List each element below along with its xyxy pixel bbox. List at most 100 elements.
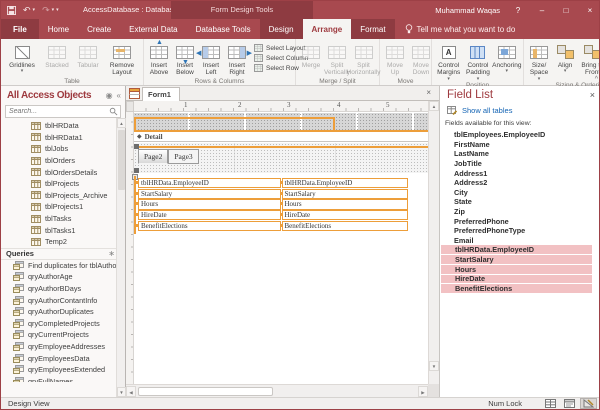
page-tab[interactable]: Page2 — [138, 149, 168, 164]
nav-table-item[interactable]: Temp2 — [1, 236, 125, 248]
user-name[interactable]: Muhammad Waqas — [435, 6, 500, 15]
canvas-scroll-left-icon[interactable]: ◀ — [126, 386, 136, 397]
datasheet-view-button[interactable] — [542, 398, 559, 409]
tab-home[interactable]: Home — [39, 19, 78, 39]
search-input[interactable] — [6, 108, 109, 115]
minimize-button[interactable]: – — [536, 6, 548, 15]
nav-scrollbar[interactable]: ▲ ▼ — [116, 118, 125, 397]
field-list-item[interactable]: FirstName — [440, 140, 600, 150]
remove-layout-button[interactable]: Remove Layout — [103, 41, 141, 77]
nav-scroll-up-icon[interactable]: ▲ — [117, 118, 126, 128]
document-tab-form1[interactable]: Form1 — [142, 87, 180, 101]
redo-dropdown-icon[interactable]: ▾ — [52, 7, 55, 13]
field-list-item[interactable]: City — [440, 188, 600, 198]
nav-query-item[interactable]: qryAuthorDuplicates — [1, 306, 125, 318]
field-list-item[interactable]: Address2 — [440, 178, 600, 188]
tab-control-grid[interactable] — [134, 113, 428, 131]
nav-query-item[interactable]: qryFullNames — [1, 375, 125, 382]
align-button[interactable]: Align▾ — [552, 41, 578, 73]
tab-design[interactable]: Design — [260, 19, 303, 39]
insert-above-button[interactable]: ▲Insert Above — [146, 41, 172, 77]
tab-external-data[interactable]: External Data — [120, 19, 186, 39]
collapse-ribbon-icon[interactable]: ^ — [595, 76, 598, 83]
undo-dropdown-icon[interactable]: ▾ — [33, 7, 36, 13]
form-label-control[interactable]: StartSalary — [138, 189, 281, 199]
design-view-button[interactable] — [580, 398, 597, 409]
field-list-item[interactable]: JobTitle — [440, 159, 600, 169]
undo-icon[interactable]: ↶ — [23, 5, 31, 15]
tab-arrange[interactable]: Arrange — [303, 19, 352, 39]
field-list-item-selected[interactable]: BenefitElections — [441, 284, 592, 293]
form-textbox-control[interactable]: HireDate — [282, 210, 408, 220]
gridlines-button[interactable]: Gridlines▾ — [3, 41, 41, 73]
maximize-button[interactable]: □ — [560, 6, 572, 15]
form-textbox-control[interactable]: Hours — [282, 199, 408, 209]
nav-query-item[interactable]: qryCurrentProjects — [1, 329, 125, 341]
control-margins-button[interactable]: AControl Margins▾ — [434, 41, 463, 81]
field-list-item-selected[interactable]: tblHRData.EmployeeID — [441, 245, 592, 254]
help-button[interactable]: ? — [512, 6, 524, 15]
form-textbox-control[interactable]: BenefitElections — [282, 221, 408, 231]
field-list-item-selected[interactable]: StartSalary — [441, 255, 592, 264]
nav-table-item[interactable]: tblJobs — [1, 143, 125, 155]
nav-query-item[interactable]: Find duplicates for tblAuthors — [1, 260, 125, 272]
nav-scroll-thumb[interactable] — [118, 130, 125, 190]
field-list-item[interactable]: tblEmployees.EmployeeID — [440, 130, 600, 140]
field-list-item[interactable]: Address1 — [440, 168, 600, 178]
bring-to-front-button[interactable]: Bring to Front — [578, 41, 600, 77]
form-label-control[interactable]: HireDate — [138, 210, 281, 220]
insert-left-button[interactable]: ◀Insert Left — [198, 41, 224, 77]
field-list-item[interactable]: Zip — [440, 207, 600, 217]
canvas-horizontal-scrollbar[interactable]: ◀ ▶ — [126, 384, 428, 397]
search-icon[interactable] — [109, 107, 118, 116]
selection-handle[interactable] — [134, 168, 139, 173]
nav-table-item[interactable]: tblProjects1 — [1, 201, 125, 213]
canvas-scroll-up-icon[interactable]: ▲ — [429, 101, 439, 111]
form-textbox-control[interactable]: StartSalary — [282, 189, 408, 199]
field-list-item[interactable]: PreferredPhoneType — [440, 226, 600, 236]
form-view-button[interactable] — [561, 398, 578, 409]
tab-format[interactable]: Format — [351, 19, 394, 39]
close-button[interactable]: × — [584, 6, 596, 15]
nav-collapse-icon[interactable]: « — [117, 91, 121, 100]
control-padding-button[interactable]: Control Padding▾ — [463, 41, 492, 81]
nav-query-item[interactable]: qryEmployeeAddresses — [1, 341, 125, 353]
size-space-button[interactable]: Size/ Space▾ — [526, 41, 552, 81]
nav-table-item[interactable]: tblTasks1 — [1, 224, 125, 236]
queries-collapse-icon[interactable]: ∗ — [108, 249, 115, 258]
nav-query-item[interactable]: qryAuthorAge — [1, 271, 125, 283]
document-close-icon[interactable]: × — [426, 88, 431, 97]
customize-qat-icon[interactable]: ▾ — [56, 7, 59, 13]
show-all-tables-link[interactable]: Show all tables — [462, 106, 512, 115]
canvas-hscroll-thumb[interactable] — [138, 387, 273, 396]
tell-me-box[interactable]: Tell me what you want to do — [395, 19, 516, 39]
nav-table-item[interactable]: tblTasks — [1, 213, 125, 225]
nav-query-item[interactable]: qryCompletedProjects — [1, 318, 125, 330]
anchoring-button[interactable]: Anchoring▾ — [493, 41, 521, 73]
nav-table-item[interactable]: tblHRData1 — [1, 132, 125, 144]
nav-table-item[interactable]: tblOrders — [1, 155, 125, 167]
nav-table-item[interactable]: tblProjects — [1, 178, 125, 190]
nav-query-item[interactable]: qryAuthorContantInfo — [1, 294, 125, 306]
nav-table-item[interactable]: tblProjects_Archive — [1, 190, 125, 202]
detail-section-bar[interactable]: ◆ Detail — [134, 132, 428, 142]
tab-file[interactable]: File — [1, 19, 39, 39]
form-design-surface[interactable]: ◆ Detail Page2Page3 tblHRData.EmployeeID… — [134, 112, 428, 384]
tab-database-tools[interactable]: Database Tools — [187, 19, 260, 39]
tab-create[interactable]: Create — [78, 19, 120, 39]
field-list-item[interactable]: PreferredPhone — [440, 216, 600, 226]
field-list-item[interactable]: State — [440, 197, 600, 207]
nav-query-item[interactable]: qryEmployeesData — [1, 352, 125, 364]
save-icon[interactable] — [7, 6, 16, 15]
nav-section-queries[interactable]: Queries ∗ — [1, 248, 125, 260]
nav-query-item[interactable]: qryAuthorBDays — [1, 283, 125, 295]
canvas-scroll-down-icon[interactable]: ▼ — [429, 361, 439, 371]
canvas-scroll-right-icon[interactable]: ▶ — [418, 386, 428, 397]
insert-below-button[interactable]: ▼Insert Below — [172, 41, 198, 77]
form-label-control[interactable]: Hours — [138, 199, 281, 209]
insert-right-button[interactable]: ▶Insert Right — [224, 41, 250, 77]
nav-scroll-down-icon[interactable]: ▼ — [117, 387, 126, 397]
field-list-item-selected[interactable]: HireDate — [441, 275, 592, 284]
nav-menu-icon[interactable]: ◉ — [106, 91, 113, 100]
section-select-icon[interactable]: ◆ — [137, 133, 142, 140]
